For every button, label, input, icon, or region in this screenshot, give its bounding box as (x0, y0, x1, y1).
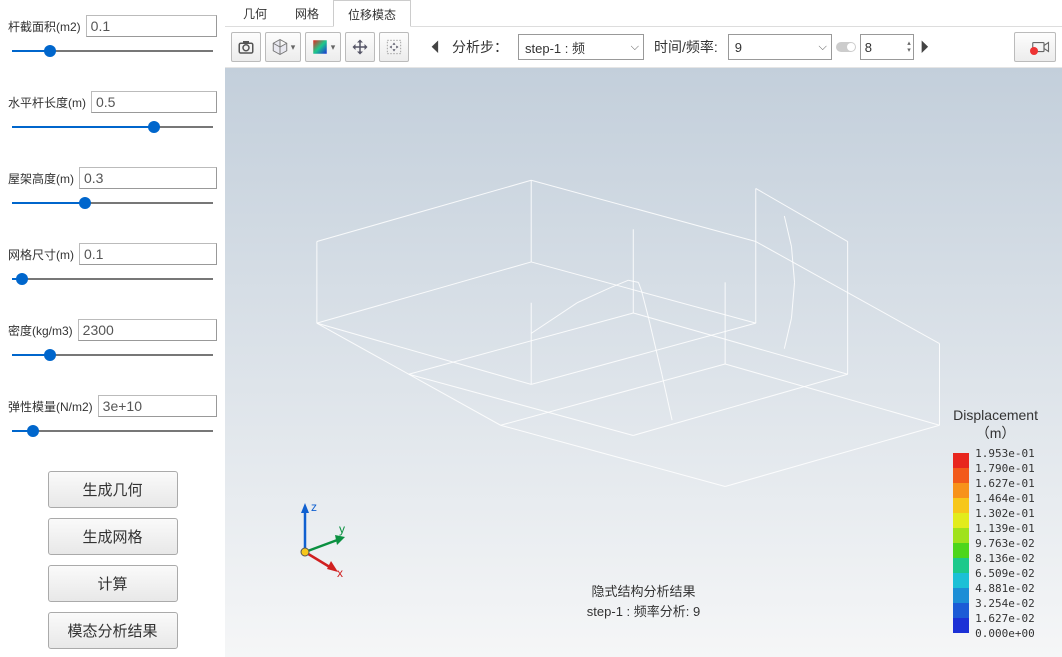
param-slider-3[interactable] (8, 269, 217, 289)
compute-button[interactable]: 计算 (48, 565, 178, 602)
param-input-5[interactable] (98, 395, 217, 417)
legend-value: 6.509e-02 (975, 566, 1035, 581)
color-legend: Displacement （m） 1.953e-011.790e-011.627… (953, 407, 1038, 641)
param-label: 水平杆长度(m) (8, 94, 86, 111)
analysis-step-label: 分析步： (446, 37, 514, 57)
param-slider-0[interactable] (8, 41, 217, 61)
param-label: 网格尺寸(m) (8, 246, 74, 263)
param-label: 杆截面积(m2) (8, 18, 81, 35)
param-label: 屋架高度(m) (8, 170, 74, 187)
legend-value: 1.790e-01 (975, 461, 1035, 476)
legend-value: 1.139e-01 (975, 521, 1035, 536)
legend-value: 4.881e-02 (975, 581, 1035, 596)
param-input-2[interactable] (79, 167, 217, 189)
param-slider-4[interactable] (8, 345, 217, 365)
legend-value: 1.627e-02 (975, 611, 1035, 626)
move-button[interactable] (379, 32, 409, 62)
chevron-down-icon: ▾ (291, 42, 296, 53)
animation-toggle[interactable] (836, 42, 856, 52)
modal-result-button[interactable]: 模态分析结果 (48, 612, 178, 649)
param-input-3[interactable] (79, 243, 217, 265)
svg-text:y: y (339, 522, 345, 536)
frame-stepper[interactable]: 8 (860, 34, 914, 60)
view-cube-button[interactable]: ▾ (265, 32, 301, 62)
param-input-0[interactable] (86, 15, 217, 37)
tab-displacement-mode[interactable]: 位移模态 (333, 0, 411, 27)
param-slider-1[interactable] (8, 117, 217, 137)
time-frequency-select[interactable]: 9 (728, 34, 832, 60)
generate-mesh-button[interactable]: 生成网格 (48, 518, 178, 555)
legend-value: 9.763e-02 (975, 536, 1035, 551)
generate-geometry-button[interactable]: 生成几何 (48, 471, 178, 508)
analysis-step-select[interactable]: step-1 : 频 (518, 34, 644, 60)
screenshot-button[interactable] (231, 32, 261, 62)
legend-value: 8.136e-02 (975, 551, 1035, 566)
legend-value: 1.464e-01 (975, 491, 1035, 506)
param-label: 密度(kg/m3) (8, 322, 73, 339)
param-label: 弹性模量(N/m2) (8, 398, 93, 415)
colormap-button[interactable]: ▾ (305, 32, 341, 62)
param-slider-2[interactable] (8, 193, 217, 213)
legend-value: 3.254e-02 (975, 596, 1035, 611)
svg-text:x: x (337, 566, 343, 577)
fit-view-button[interactable] (345, 32, 375, 62)
legend-value: 0.000e+00 (975, 626, 1035, 641)
axis-triad: z y x (285, 497, 355, 577)
result-caption: 隐式结构分析结果 step-1 : 频率分析: 9 (587, 582, 700, 621)
record-button[interactable] (1014, 32, 1056, 62)
viewport-3d[interactable]: z y x 隐式结构分析结果 step-1 : 频率分析: 9 Displace… (225, 68, 1062, 657)
param-slider-5[interactable] (8, 421, 217, 441)
legend-value: 1.302e-01 (975, 506, 1035, 521)
view-tabs: 几何 网格 位移模态 (225, 0, 1062, 27)
param-input-1[interactable] (91, 91, 217, 113)
time-frequency-label: 时间/频率: (648, 37, 724, 57)
toolbar: ▾ ▾ ⏴ 分析步： step-1 : 频 时间/频率: 9 8 ⏵ (225, 27, 1062, 68)
sidebar: 杆截面积(m2) 水平杆长度(m) 屋架高度(m) 网格尺寸(m) 密度(kg/m3) 弹… (0, 0, 225, 657)
legend-value: 1.627e-01 (975, 476, 1035, 491)
next-step-button[interactable]: ⏵ (918, 37, 931, 58)
prev-step-button[interactable]: ⏴ (429, 37, 442, 58)
chevron-down-icon: ▾ (331, 42, 336, 53)
record-dot-icon (1030, 47, 1038, 55)
legend-value: 1.953e-01 (975, 446, 1035, 461)
tab-mesh[interactable]: 网格 (281, 0, 333, 26)
tab-geometry[interactable]: 几何 (229, 0, 281, 26)
svg-text:z: z (311, 500, 317, 514)
param-input-4[interactable] (78, 319, 217, 341)
